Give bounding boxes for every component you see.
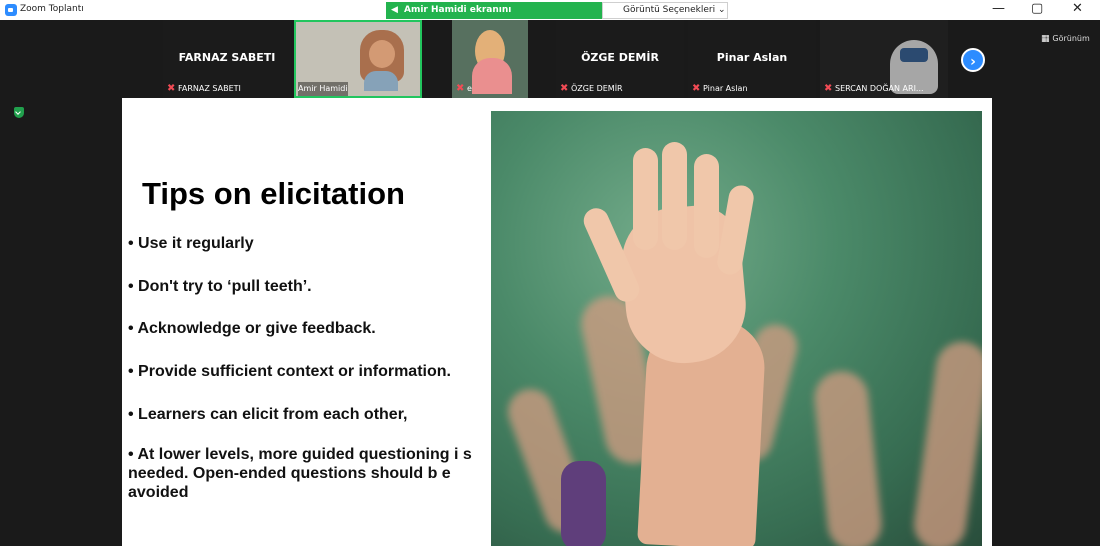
background-hand [811,368,885,546]
close-button[interactable]: ✕ [1072,1,1083,16]
participant-name: ✖ ekrü dilek [456,83,507,94]
participant-tile[interactable]: ✖ ekrü dilek [452,20,528,98]
slide-bullet: • Acknowledge or give feedback. [128,320,376,337]
finger [633,148,658,250]
raised-hands-photo [491,111,982,546]
participant-name-large: Pinar Aslan [716,51,788,64]
window-controls: — ▢ ✕ [990,0,1100,20]
participant-tile[interactable]: Pinar Aslan ✖ Pinar Aslan [688,20,816,98]
view-options-button[interactable]: Görüntü Seçenekleri ⌄ [602,2,728,19]
participant-name: ✖ Pinar Aslan [692,83,748,94]
participant-name: Amir Hamidi [298,82,348,96]
microphone-muted-icon: ✖ [456,83,465,94]
slide-bullet: • Don't try to ‘pull teeth’. [128,278,312,295]
chevron-right-icon[interactable]: › [961,48,985,72]
participant-name: ✖ SERCAN DOĞAN ARI... [824,83,924,94]
speaker-icon: ◀︎ [391,5,398,15]
finger [662,142,687,250]
finger [694,154,719,258]
microphone-muted-icon: ✖ [692,83,701,94]
slide-bullet: • Learners can elicit from each other, [128,406,408,423]
participant-gallery: FARNAZ SABETI ✖ FARNAZ SABETI Amir Hamidi… [0,20,1100,98]
sleeve [561,461,606,546]
shared-screen: Tips on elicitation • Use it regularly •… [122,98,992,546]
view-button[interactable]: Görünüm [1041,34,1089,44]
zoom-icon [5,4,17,16]
participant-tile[interactable]: ✖ SERCAN DOĞAN ARI... [820,20,948,98]
screen-share-banner: ◀︎ Amir Hamidi ekranını görüntülüyorsunu… [386,2,602,32]
microphone-muted-icon: ✖ [560,83,569,94]
microphone-muted-icon: ✖ [824,83,833,94]
microphone-muted-icon: ✖ [167,83,176,94]
slide-title: Tips on elicitation [142,176,405,211]
slide-bullet: • Use it regularly [128,235,254,252]
participant-name: ✖ FARNAZ SABETI [167,83,241,94]
title-bar: Zoom Toplantı ◀︎ Amir Hamidi ekranını gö… [0,0,1100,32]
participant-tile-active-speaker[interactable]: Amir Hamidi [294,20,422,98]
minimize-button[interactable]: — [992,1,1005,16]
restore-button[interactable]: ▢ [1031,1,1043,16]
participant-name-large: FARNAZ SABETI [178,51,276,64]
participant-tile[interactable]: FARNAZ SABETI ✖ FARNAZ SABETI [163,20,291,98]
participant-video [360,30,404,91]
shield-icon [14,107,24,118]
slide-bullet: • Provide sufficient context or informat… [128,363,451,380]
participant-name: ✖ ÖZGE DEMİR [560,83,623,94]
app-title: Zoom Toplantı [20,4,84,14]
participant-name-large: ÖZGE DEMİR [581,51,659,64]
participant-tile[interactable]: ÖZGE DEMİR ✖ ÖZGE DEMİR [556,20,684,98]
background-hand [910,338,982,546]
slide-bullet: • At lower levels, more guided questioni… [128,446,472,501]
